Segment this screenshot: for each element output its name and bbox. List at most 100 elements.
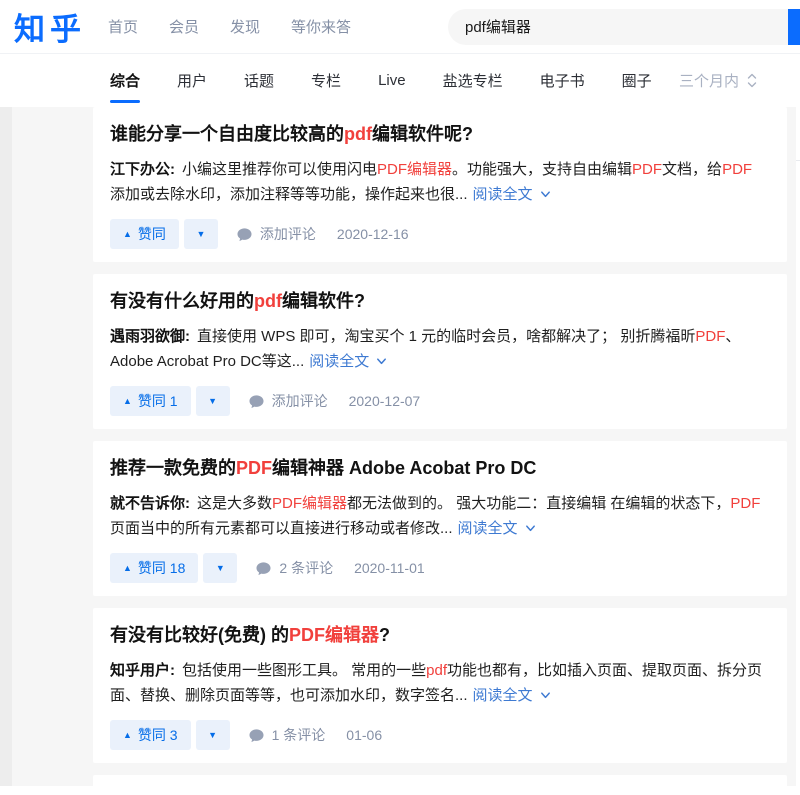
result-date: 2020-12-07 — [349, 393, 421, 409]
read-more-label: 阅读全文 — [473, 687, 533, 704]
search-bar — [448, 9, 800, 45]
comment-label: 添加评论 — [260, 224, 316, 244]
comment-button[interactable]: 1 条评论 — [249, 725, 326, 745]
upvote-label: 赞同 3 — [138, 725, 178, 745]
top-header: 知乎 首页 会员 发现 等你来答 — [0, 0, 800, 54]
main-nav: 首页 会员 发现 等你来答 — [108, 16, 351, 37]
triangle-down-icon: ▼ — [216, 564, 225, 573]
downvote-button[interactable]: ▼ — [196, 386, 230, 416]
tab-圈子[interactable]: 圈子 — [622, 54, 652, 107]
time-filter-dropdown[interactable]: 三个月内 — [679, 70, 757, 91]
left-gutter — [0, 107, 12, 786]
excerpt-text: 这是大多数PDF编辑器都无法做到的。 强大功能二：直接编辑 在编辑的状态下，PD… — [110, 495, 760, 537]
upvote-button[interactable]: ▲ 赞同 18 — [110, 553, 198, 583]
results-area: 谁能分享一个自由度比较高的pdf编辑软件呢? 江下办公:小编这里推荐你可以使用闪… — [0, 107, 800, 786]
tab-盐选专栏[interactable]: 盐选专栏 — [443, 54, 503, 107]
time-filter-label: 三个月内 — [679, 70, 739, 91]
downvote-button[interactable]: ▼ — [203, 553, 237, 583]
result-excerpt: 遇雨羽欲御:直接使用 WPS 即可，淘宝买个 1 元的临时会员，啥都解决了； 别… — [110, 324, 767, 374]
result-title[interactable]: 有没有比较好(免费) 的PDF编辑器? — [110, 624, 767, 646]
action-bar: ▲ 赞同 1 ▼ 添加评论 2020-12-07 — [110, 386, 767, 416]
upvote-button[interactable]: ▲ 赞同 — [110, 219, 179, 249]
result-card: 有没有比较好(免费) 的PDF编辑器? 知乎用户:包括使用一些图形工具。 常用的… — [93, 608, 787, 763]
upvote-button[interactable]: ▲ 赞同 3 — [110, 720, 191, 750]
nav-item-等你来答[interactable]: 等你来答 — [291, 16, 351, 37]
result-card-partial — [93, 775, 787, 795]
right-sidebar-edge — [796, 107, 800, 786]
comment-label: 1 条评论 — [272, 725, 326, 745]
sort-chevrons-icon — [747, 73, 757, 88]
read-more-label: 阅读全文 — [473, 186, 533, 203]
result-excerpt: 就不告诉你:这是大多数PDF编辑器都无法做到的。 强大功能二：直接编辑 在编辑的… — [110, 491, 767, 541]
result-author[interactable]: 知乎用户: — [110, 662, 175, 679]
result-date: 2020-11-01 — [354, 560, 425, 576]
search-input[interactable] — [448, 9, 788, 45]
nav-item-会员[interactable]: 会员 — [169, 16, 199, 37]
result-excerpt: 江下办公:小编这里推荐你可以使用闪电PDF编辑器。功能强大，支持自由编辑PDF文… — [110, 157, 767, 207]
search-button[interactable] — [788, 9, 800, 45]
tab-用户[interactable]: 用户 — [177, 54, 207, 107]
action-bar: ▲ 赞同 ▼ 添加评论 2020-12-16 — [110, 219, 767, 249]
tab-电子书[interactable]: 电子书 — [540, 54, 585, 107]
result-title[interactable]: 推荐一款免费的PDF编辑神器 Adobe Acobat Pro DC — [110, 457, 767, 479]
upvote-label: 赞同 1 — [138, 391, 178, 411]
upvote-button[interactable]: ▲ 赞同 1 — [110, 386, 191, 416]
comment-label: 2 条评论 — [279, 558, 333, 578]
triangle-up-icon: ▲ — [123, 230, 132, 239]
speech-bubble-icon — [256, 561, 271, 576]
tab-Live[interactable]: Live — [378, 54, 406, 107]
excerpt-text: 包括使用一些图形工具。 常用的一些pdf功能也都有，比如插入页面、提取页面、拆分… — [110, 662, 762, 704]
result-author[interactable]: 江下办公: — [110, 161, 175, 178]
tab-list: 综合 用户 话题 专栏 Live 盐选专栏 电子书 圈子 — [110, 54, 652, 107]
triangle-down-icon: ▼ — [196, 230, 205, 239]
nav-item-首页[interactable]: 首页 — [108, 16, 138, 37]
result-author[interactable]: 遇雨羽欲御: — [110, 328, 190, 345]
read-more-link[interactable]: 阅读全文 — [473, 186, 551, 203]
sidebar-divider — [796, 160, 800, 161]
chevron-down-icon — [525, 523, 536, 534]
triangle-up-icon: ▲ — [123, 564, 132, 573]
excerpt-text: 小编这里推荐你可以使用闪电PDF编辑器。功能强大，支持自由编辑PDF文档，给PD… — [110, 161, 752, 203]
speech-bubble-icon — [249, 394, 264, 409]
action-bar: ▲ 赞同 3 ▼ 1 条评论 01-06 — [110, 720, 767, 750]
result-title[interactable]: 谁能分享一个自由度比较高的pdf编辑软件呢? — [110, 123, 767, 145]
chevron-down-icon — [540, 690, 551, 701]
speech-bubble-icon — [237, 227, 252, 242]
comment-button[interactable]: 添加评论 — [249, 391, 328, 411]
result-title[interactable]: 有没有什么好用的pdf编辑软件? — [110, 290, 767, 312]
read-more-link[interactable]: 阅读全文 — [473, 687, 551, 704]
nav-item-发现[interactable]: 发现 — [230, 16, 260, 37]
result-card: 谁能分享一个自由度比较高的pdf编辑软件呢? 江下办公:小编这里推荐你可以使用闪… — [93, 107, 787, 262]
result-author[interactable]: 就不告诉你: — [110, 495, 190, 512]
read-more-link[interactable]: 阅读全文 — [309, 353, 387, 370]
read-more-label: 阅读全文 — [458, 520, 518, 537]
result-excerpt: 知乎用户:包括使用一些图形工具。 常用的一些pdf功能也都有，比如插入页面、提取… — [110, 658, 767, 708]
read-more-link[interactable]: 阅读全文 — [458, 520, 536, 537]
comment-label: 添加评论 — [272, 391, 328, 411]
result-card: 推荐一款免费的PDF编辑神器 Adobe Acobat Pro DC 就不告诉你… — [93, 441, 787, 596]
tab-话题[interactable]: 话题 — [244, 54, 274, 107]
upvote-label: 赞同 18 — [138, 558, 185, 578]
result-card: 有没有什么好用的pdf编辑软件? 遇雨羽欲御:直接使用 WPS 即可，淘宝买个 … — [93, 274, 787, 429]
comment-button[interactable]: 2 条评论 — [256, 558, 333, 578]
zhihu-logo[interactable]: 知乎 — [14, 4, 86, 49]
read-more-label: 阅读全文 — [309, 353, 369, 370]
comment-button[interactable]: 添加评论 — [237, 224, 316, 244]
triangle-down-icon: ▼ — [208, 731, 217, 740]
tab-专栏[interactable]: 专栏 — [311, 54, 341, 107]
chevron-down-icon — [376, 356, 387, 367]
speech-bubble-icon — [249, 728, 264, 743]
action-bar: ▲ 赞同 18 ▼ 2 条评论 2020-11-01 — [110, 553, 767, 583]
chevron-down-icon — [540, 189, 551, 200]
triangle-down-icon: ▼ — [208, 397, 217, 406]
triangle-up-icon: ▲ — [123, 731, 132, 740]
excerpt-text: 直接使用 WPS 即可，淘宝买个 1 元的临时会员，啥都解决了； 别折腾福昕PD… — [110, 328, 740, 370]
downvote-button[interactable]: ▼ — [184, 219, 218, 249]
result-date: 2020-12-16 — [337, 226, 409, 242]
results-list: 谁能分享一个自由度比较高的pdf编辑软件呢? 江下办公:小编这里推荐你可以使用闪… — [93, 107, 787, 795]
search-tab-bar: 综合 用户 话题 专栏 Live 盐选专栏 电子书 圈子 三个月内 — [0, 54, 800, 107]
triangle-up-icon: ▲ — [123, 397, 132, 406]
downvote-button[interactable]: ▼ — [196, 720, 230, 750]
tab-综合[interactable]: 综合 — [110, 54, 140, 107]
result-date: 01-06 — [346, 727, 382, 743]
